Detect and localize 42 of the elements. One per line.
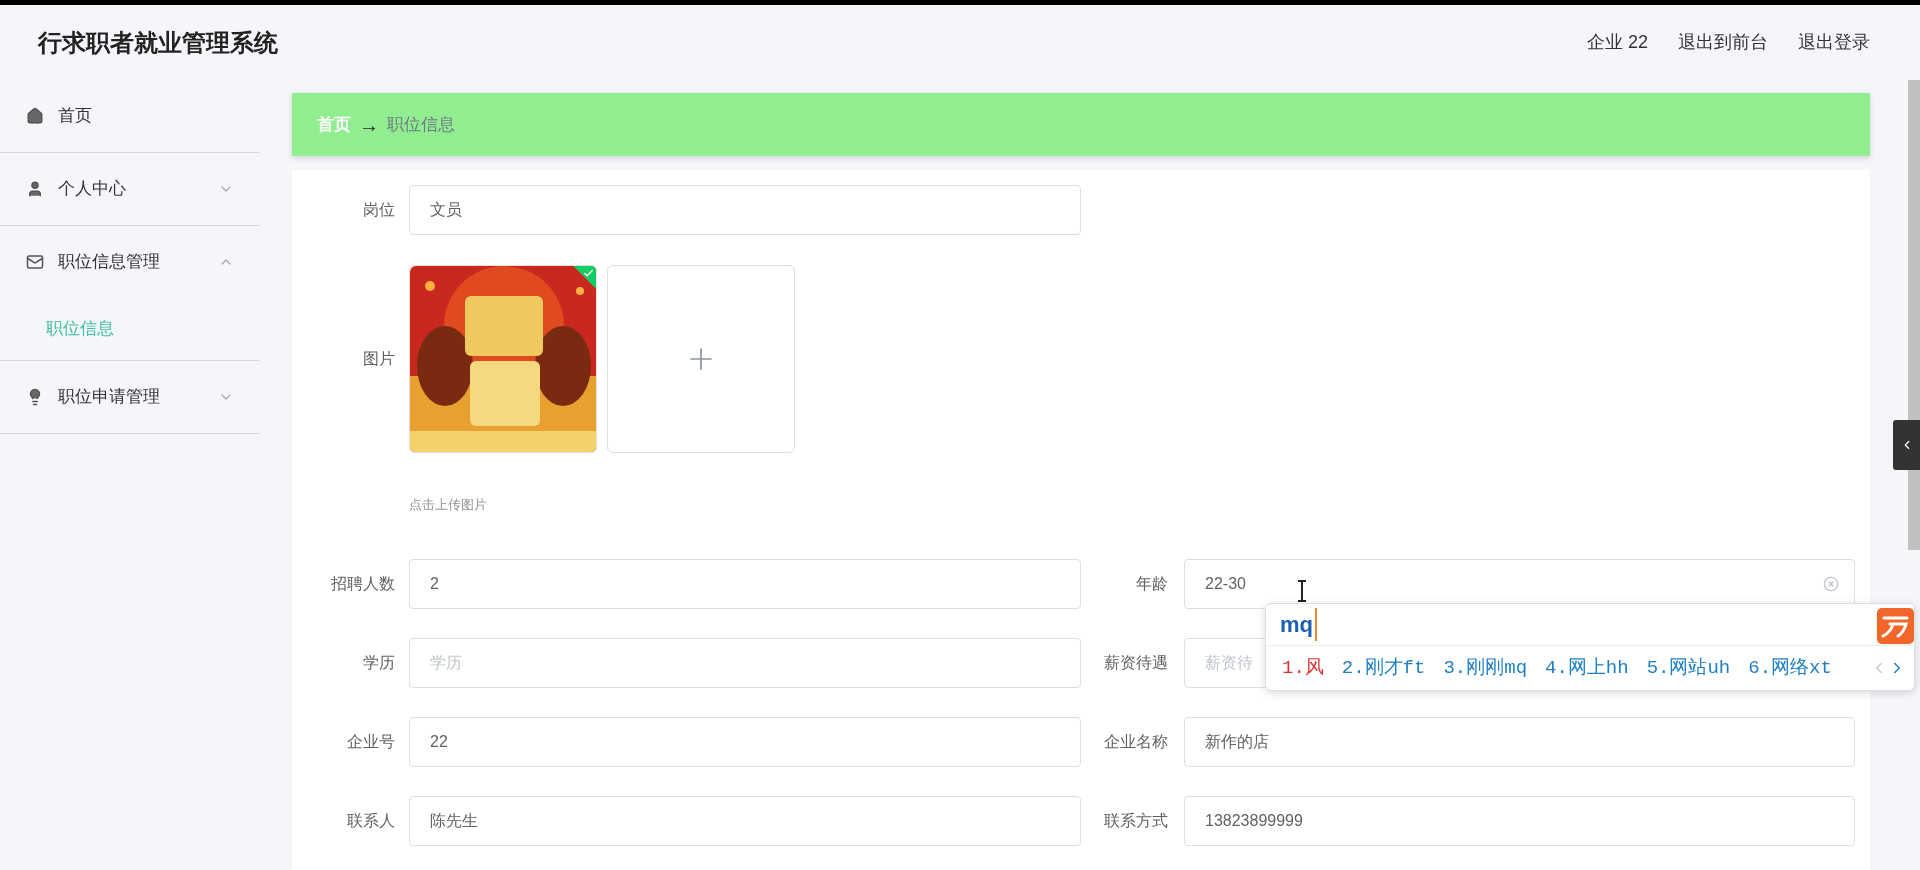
breadcrumb-arrow: → <box>359 112 379 138</box>
sidebar-item[interactable]: 个人中心 <box>0 153 260 225</box>
home-icon <box>26 107 44 125</box>
field-label: 图片 <box>362 349 396 369</box>
input-field[interactable]: 新作的店 <box>1184 717 1855 767</box>
ime-candidate[interactable]: 6.网络xt <box>1748 653 1832 683</box>
input-field[interactable]: 13823899999 <box>1184 796 1855 846</box>
ime-candidate[interactable]: 2.刚才ft <box>1341 653 1426 683</box>
app-title: 行求职者就业管理系统 <box>38 27 278 58</box>
header-link[interactable]: 企业 22 <box>1586 29 1648 56</box>
field-label: 招聘人数 <box>330 574 396 594</box>
sidebar-item[interactable]: 职位申请管理 <box>0 361 260 433</box>
ime-candidate[interactable]: 4.网上hh <box>1545 653 1629 683</box>
side-tab[interactable] <box>1893 420 1920 470</box>
user-icon <box>26 180 44 198</box>
input-field[interactable]: 2 <box>409 559 1081 609</box>
upload-box[interactable] <box>607 265 795 453</box>
field-label: 企业名称 <box>1103 732 1169 752</box>
ime-composition: mq <box>1280 608 1317 641</box>
field-label: 学历 <box>362 653 396 673</box>
mail-icon <box>26 253 44 271</box>
field-label: 企业号 <box>346 732 396 752</box>
input-field[interactable]: 陈先生 <box>409 796 1081 846</box>
sidebar-item[interactable]: 职位信息管理 <box>0 226 260 298</box>
field-label: 岗位 <box>362 200 396 220</box>
ime-candidate[interactable]: 1.风 <box>1282 653 1324 683</box>
ime-candidate[interactable]: 3.刚刚mq <box>1443 653 1528 683</box>
upload-hint: 点击上传图片 <box>409 496 488 513</box>
clear-icon[interactable] <box>1823 576 1839 592</box>
field-label: 年龄 <box>1135 574 1169 594</box>
header-link[interactable]: 退出到前台 <box>1678 29 1768 56</box>
field-label: 薪资待遇 <box>1103 653 1169 673</box>
text-cursor-icon <box>1296 580 1308 602</box>
check-icon <box>583 268 594 279</box>
header-link[interactable]: 退出登录 <box>1798 29 1870 56</box>
field-label: 联系人 <box>346 811 396 831</box>
sidebar-item[interactable]: 首页 <box>0 80 260 152</box>
input-field[interactable]: 文员 <box>409 185 1081 235</box>
input-field[interactable]: 22 <box>409 717 1081 767</box>
input-field[interactable]: 学历 <box>409 638 1081 688</box>
field-label: 联系方式 <box>1103 811 1169 831</box>
ime-candidate[interactable]: 5.网站uh <box>1646 653 1731 683</box>
